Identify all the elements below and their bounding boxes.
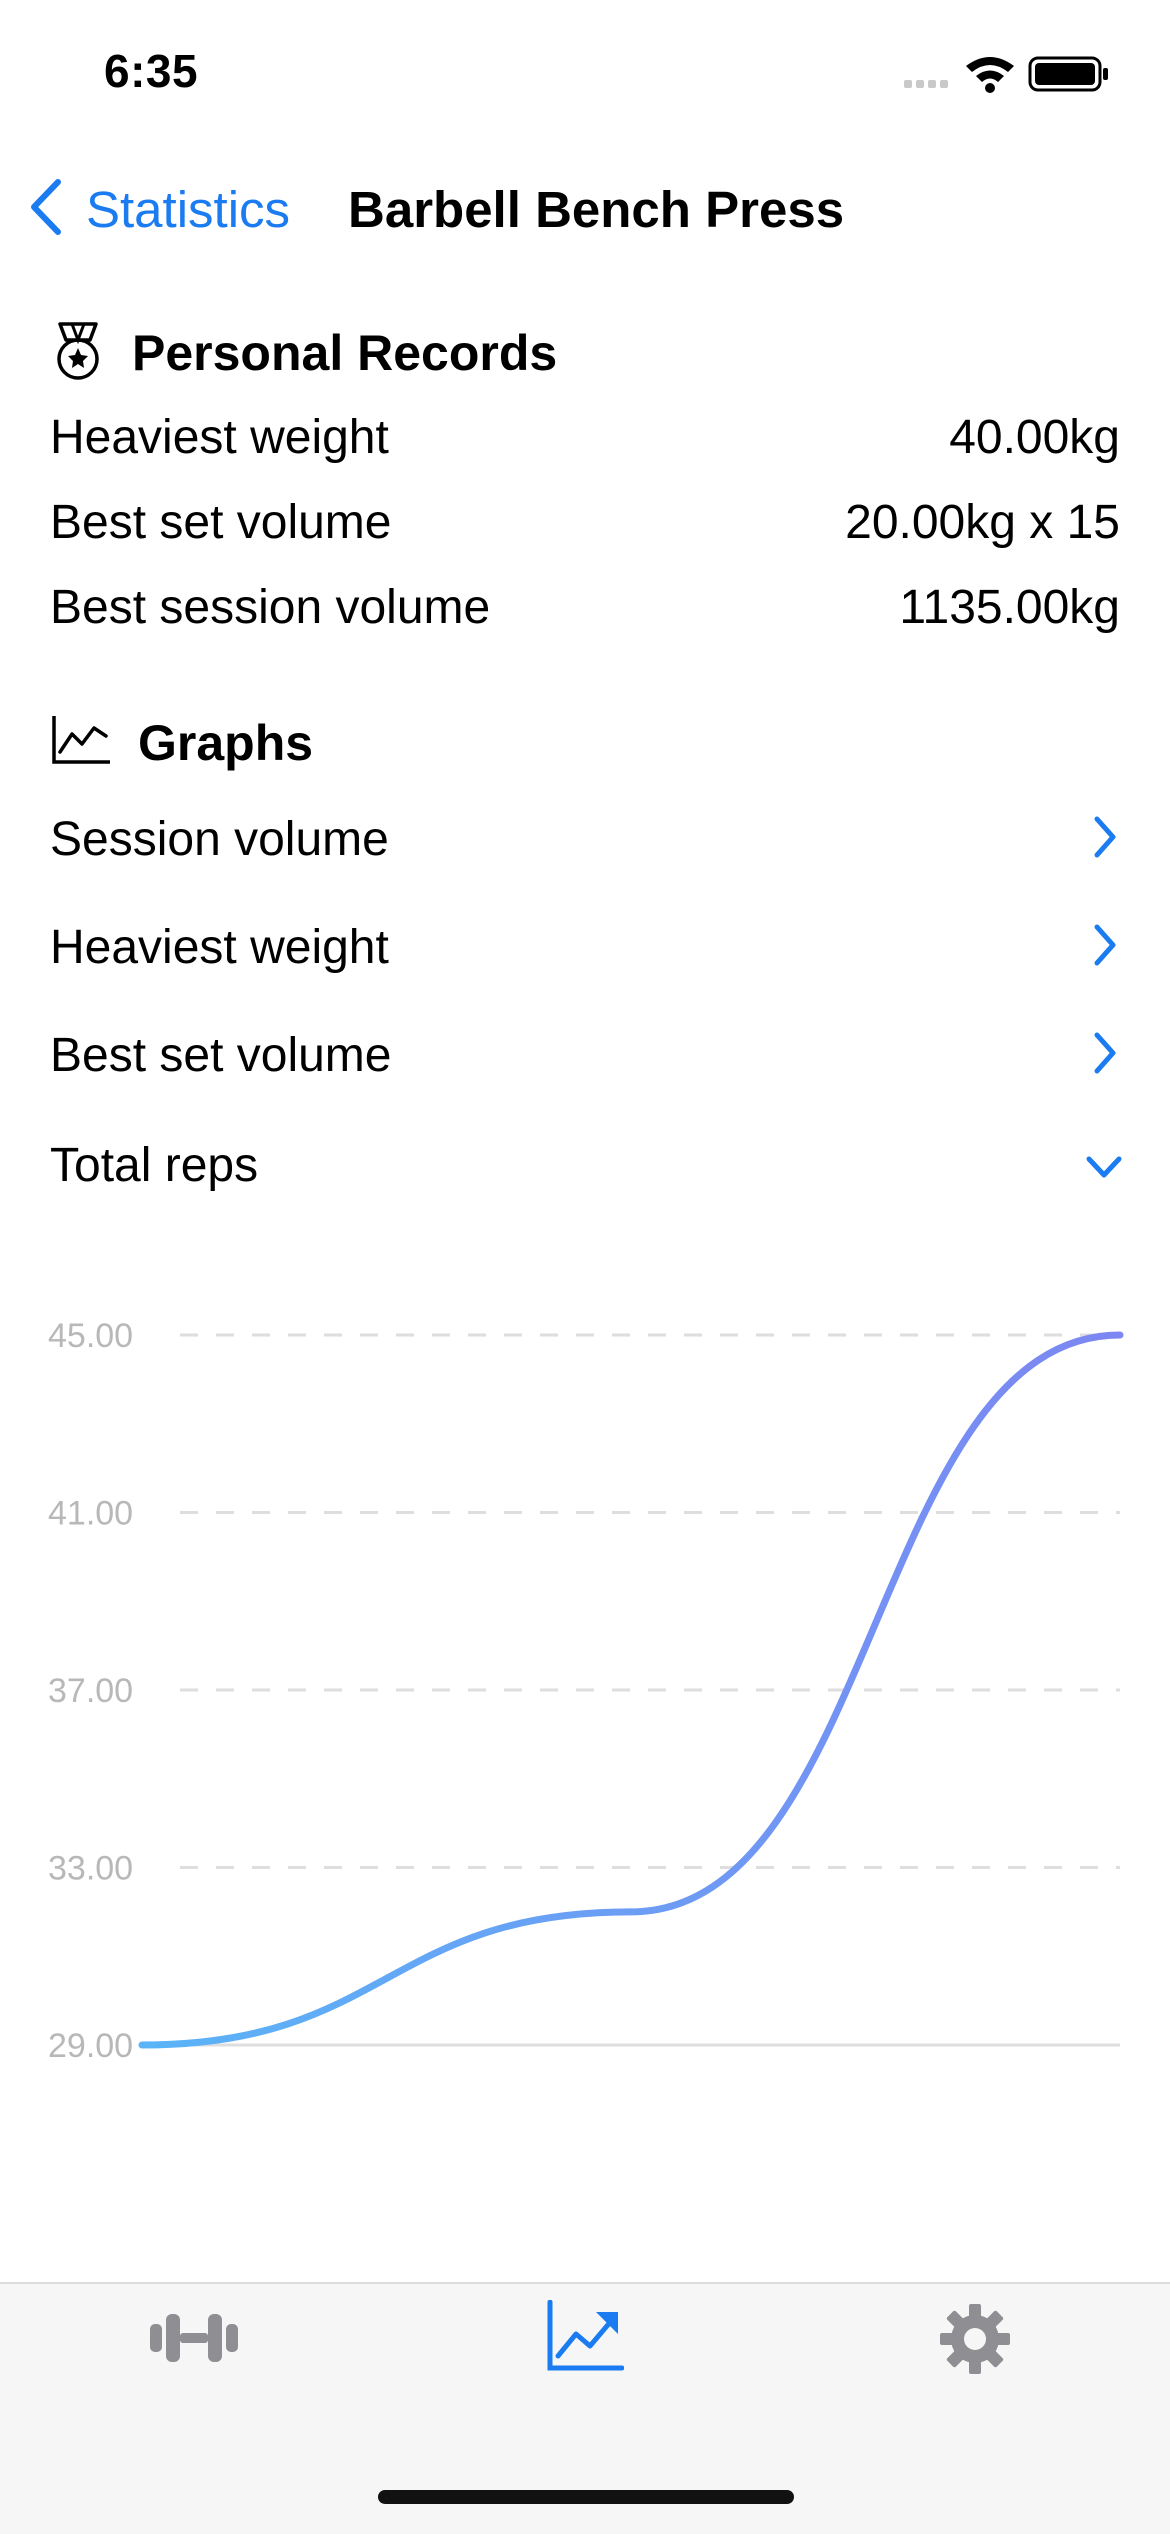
record-value: 40.00kg (949, 411, 1120, 464)
graph-item-best-set-volume[interactable]: Best set volume (50, 1028, 391, 1083)
status-time: 6:35 (104, 45, 199, 97)
record-label: Best session volume (50, 581, 491, 634)
y-tick-label: 37.00 (48, 1672, 133, 1710)
medal-icon (57, 322, 99, 380)
wifi-icon (966, 57, 1014, 93)
record-value: 1135.00kg (899, 581, 1120, 634)
home-indicator (378, 2490, 794, 2504)
y-tick-label: 29.00 (48, 2027, 133, 2065)
y-tick-label: 45.00 (48, 1317, 133, 1355)
line-chart-icon (52, 716, 110, 764)
graph-item-session-volume[interactable]: Session volume (50, 812, 389, 867)
chevron-right-icon[interactable] (1092, 1030, 1118, 1076)
back-button[interactable]: Statistics (86, 180, 290, 239)
personal-records-heading: Personal Records (132, 325, 558, 381)
record-label: Best set volume (50, 496, 392, 549)
chevron-right-icon[interactable] (1092, 814, 1118, 860)
status-icons (904, 56, 1108, 93)
cellular-signal-icon (904, 80, 948, 88)
y-tick-label: 33.00 (48, 1850, 133, 1888)
gear-icon[interactable] (938, 2302, 1012, 2376)
record-label: Heaviest weight (50, 411, 389, 464)
chevron-down-icon[interactable] (1084, 1154, 1124, 1180)
record-value: 20.00kg x 15 (845, 496, 1120, 549)
page-title: Barbell Bench Press (348, 181, 845, 238)
dumbbell-icon[interactable] (148, 2308, 240, 2368)
graph-item-total-reps[interactable]: Total reps (50, 1138, 258, 1193)
battery-icon (1028, 56, 1108, 92)
chart-line-icon[interactable] (546, 2300, 624, 2372)
total-reps-chart: 45.00 41.00 37.00 33.00 29.00 (48, 1317, 1124, 2065)
chevron-right-icon[interactable] (1092, 922, 1118, 968)
graph-item-heaviest-weight[interactable]: Heaviest weight (50, 920, 389, 975)
back-chevron-icon[interactable] (26, 178, 66, 236)
y-tick-label: 41.00 (48, 1495, 133, 1533)
graphs-heading: Graphs (138, 715, 314, 771)
